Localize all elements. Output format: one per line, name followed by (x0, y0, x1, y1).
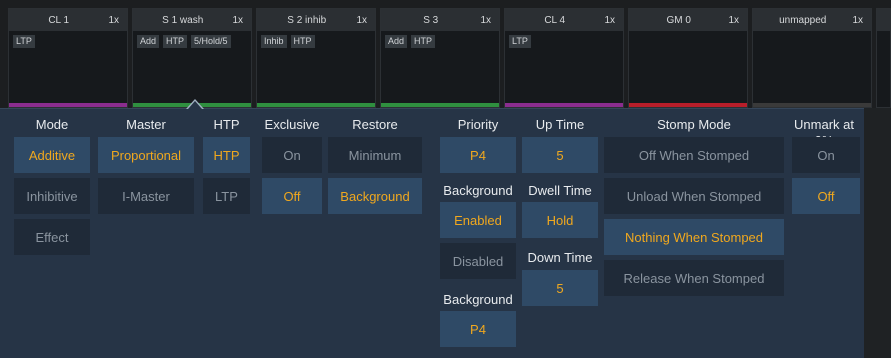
scrollbar[interactable] (864, 108, 891, 358)
exclusive-header: Exclusive (264, 117, 320, 132)
fader-gm0[interactable]: GM 0 1x (628, 8, 748, 108)
dwell-time-header: Dwell Time (528, 183, 592, 198)
fader-color-bar (257, 103, 375, 107)
mode-additive-button[interactable]: Additive (14, 137, 90, 173)
fader-tag: HTP (163, 35, 188, 48)
htp-button[interactable]: HTP (203, 137, 250, 173)
fader-header: GM 0 1x (629, 9, 747, 31)
dwell-time-button[interactable]: Hold (522, 202, 598, 238)
fader-tag: LTP (13, 35, 35, 48)
stomp-nothing-button[interactable]: Nothing When Stomped (604, 219, 784, 255)
fader-rate: 1x (604, 14, 615, 26)
master-header: Master (126, 117, 166, 132)
fader-tag: Inhib (261, 35, 287, 48)
priority-button[interactable]: P4 (440, 137, 516, 173)
background-priority-header: Background (443, 292, 513, 307)
mode-header: Mode (35, 117, 69, 132)
background-enabled-button[interactable]: Enabled (440, 202, 516, 238)
fader-color-bar (505, 103, 623, 107)
stomp-unload-button[interactable]: Unload When Stomped (604, 178, 784, 214)
fader-color-bar (9, 103, 127, 107)
fader-name: unmapped (779, 14, 827, 26)
fader-name: S 1 wash (162, 14, 204, 26)
fader-rate: 1x (480, 14, 491, 26)
fader-name: S 2 inhib (287, 14, 327, 26)
master-imaster-button[interactable]: I-Master (98, 178, 194, 214)
background-priority-button[interactable]: P4 (440, 311, 516, 347)
fader-rate: 1x (108, 14, 119, 26)
fader-header (877, 9, 890, 31)
fader-tag: HTP (411, 35, 436, 48)
fader-tag: LTP (509, 35, 531, 48)
fader-header: S 1 wash 1x (133, 9, 251, 31)
unmark-on-button[interactable]: On (792, 137, 860, 173)
down-time-header: Down Time (527, 250, 593, 265)
stomp-release-button[interactable]: Release When Stomped (604, 260, 784, 296)
restore-minimum-button[interactable]: Minimum (328, 137, 422, 173)
panel-pointer-inner (188, 101, 202, 109)
fader-header: S 2 inhib 1x (257, 9, 375, 31)
down-time-button[interactable]: 5 (522, 270, 598, 306)
fader-tag: Add (385, 35, 408, 48)
fader-tag: 5/Hold/5 (191, 35, 231, 48)
fader-header: CL 4 1x (505, 9, 623, 31)
up-time-button[interactable]: 5 (522, 137, 598, 173)
fader-rate: 1x (232, 14, 243, 26)
fader-cl4[interactable]: CL 4 1x LTP (504, 8, 624, 108)
up-time-header: Up Time (535, 117, 585, 132)
restore-header: Restore (352, 117, 398, 132)
fader-header: unmapped 1x (753, 9, 871, 31)
fader-unmapped[interactable]: unmapped 1x (752, 8, 872, 108)
fader-name: GM 0 (666, 14, 691, 26)
fader-s2-inhib[interactable]: S 2 inhib 1x Inhib HTP (256, 8, 376, 108)
fader-name: S 3 (423, 14, 439, 26)
fader-cl1[interactable]: CL 1 1x LTP (8, 8, 128, 108)
background-header: Background (443, 183, 513, 198)
fader-name: CL 1 (48, 14, 70, 26)
fader-tag: HTP (290, 35, 315, 48)
ltp-button[interactable]: LTP (203, 178, 250, 214)
fader-rate: 1x (852, 14, 863, 26)
fader-rate: 1x (728, 14, 739, 26)
mode-effect-button[interactable]: Effect (14, 219, 90, 255)
fader-color-bar (381, 103, 499, 107)
fader-color-bar (629, 103, 747, 107)
priority-header: Priority (457, 117, 499, 132)
fader-s3[interactable]: S 3 1x Add HTP (380, 8, 500, 108)
stomp-mode-header: Stomp Mode (657, 117, 731, 132)
stomp-off-button[interactable]: Off When Stomped (604, 137, 784, 173)
fader-tag: Add (137, 35, 160, 48)
fader-header: S 3 1x (381, 9, 499, 31)
fader-name: CL 4 (544, 14, 566, 26)
master-proportional-button[interactable]: Proportional (98, 137, 194, 173)
exclusive-off-button[interactable]: Off (262, 178, 322, 214)
fader-rate: 1x (356, 14, 367, 26)
fader-header: CL 1 1x (9, 9, 127, 31)
background-disabled-button[interactable]: Disabled (440, 243, 516, 279)
mode-inhibitive-button[interactable]: Inhibitive (14, 178, 90, 214)
fader-s1-wash[interactable]: S 1 wash 1x Add HTP 5/Hold/5 (132, 8, 252, 108)
exclusive-on-button[interactable]: On (262, 137, 322, 173)
fader-partial[interactable] (876, 8, 891, 108)
fader-color-bar (753, 103, 871, 107)
unmark-off-button[interactable]: Off (792, 178, 860, 214)
htp-header: HTP (213, 117, 240, 132)
restore-background-button[interactable]: Background (328, 178, 422, 214)
